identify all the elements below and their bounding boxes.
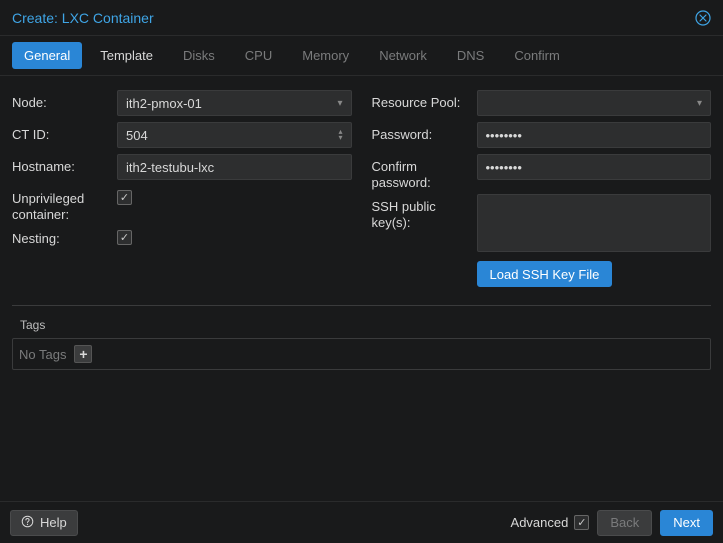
close-icon[interactable] [695,10,711,26]
tags-box: No Tags + [12,338,711,370]
no-tags-text: No Tags [19,347,66,362]
divider [12,305,711,306]
hostname-label: Hostname: [12,154,117,175]
help-button[interactable]: Help [10,510,78,536]
content: Node: ith2-pmox-01 ▾ CT ID: 504 ▴▾ [0,76,723,501]
tab-confirm[interactable]: Confirm [502,42,572,69]
chevron-down-icon: ▾ [697,98,702,109]
footer: Help Advanced Back Next [0,501,723,543]
ctid-label: CT ID: [12,122,117,143]
resource-pool-label: Resource Pool: [372,90,477,111]
tags-label: Tags [20,318,711,332]
right-column: Resource Pool: ▾ Password: Confirm passw… [372,90,712,293]
ssh-keys-input[interactable] [477,194,712,252]
tab-memory[interactable]: Memory [290,42,361,69]
tags-section: Tags No Tags + [12,314,711,370]
hostname-input[interactable] [117,154,352,180]
left-column: Node: ith2-pmox-01 ▾ CT ID: 504 ▴▾ [12,90,352,293]
password-input[interactable] [477,122,712,148]
spinner-icon: ▴▾ [338,129,342,141]
tab-disks[interactable]: Disks [171,42,227,69]
node-select[interactable]: ith2-pmox-01 ▾ [117,90,352,116]
help-label: Help [40,515,67,530]
tab-template[interactable]: Template [88,42,165,69]
nesting-label: Nesting: [12,226,117,247]
tab-dns[interactable]: DNS [445,42,496,69]
advanced-toggle[interactable]: Advanced [511,515,590,530]
back-button[interactable]: Back [597,510,652,536]
ssh-keys-label: SSH public key(s): [372,194,477,230]
tabbar: General Template Disks CPU Memory Networ… [0,36,723,76]
resource-pool-select[interactable]: ▾ [477,90,712,116]
node-value: ith2-pmox-01 [126,96,202,111]
tab-general[interactable]: General [12,42,82,69]
unprivileged-label: Unprivileged container: [12,186,117,222]
load-ssh-key-button[interactable]: Load SSH Key File [477,261,613,287]
chevron-down-icon: ▾ [337,98,342,109]
dialog-title: Create: LXC Container [12,10,695,26]
nesting-checkbox[interactable] [117,230,132,245]
help-icon [21,515,34,531]
password-label: Password: [372,122,477,143]
node-label: Node: [12,90,117,111]
advanced-label: Advanced [511,515,569,530]
confirm-password-label: Confirm password: [372,154,477,190]
titlebar: Create: LXC Container [0,0,723,36]
advanced-checkbox[interactable] [574,515,589,530]
tab-network[interactable]: Network [367,42,439,69]
confirm-password-input[interactable] [477,154,712,180]
add-tag-button[interactable]: + [74,345,92,363]
ctid-value: 504 [126,128,148,143]
ctid-input[interactable]: 504 ▴▾ [117,122,352,148]
tab-cpu[interactable]: CPU [233,42,284,69]
next-button[interactable]: Next [660,510,713,536]
unprivileged-checkbox[interactable] [117,190,132,205]
